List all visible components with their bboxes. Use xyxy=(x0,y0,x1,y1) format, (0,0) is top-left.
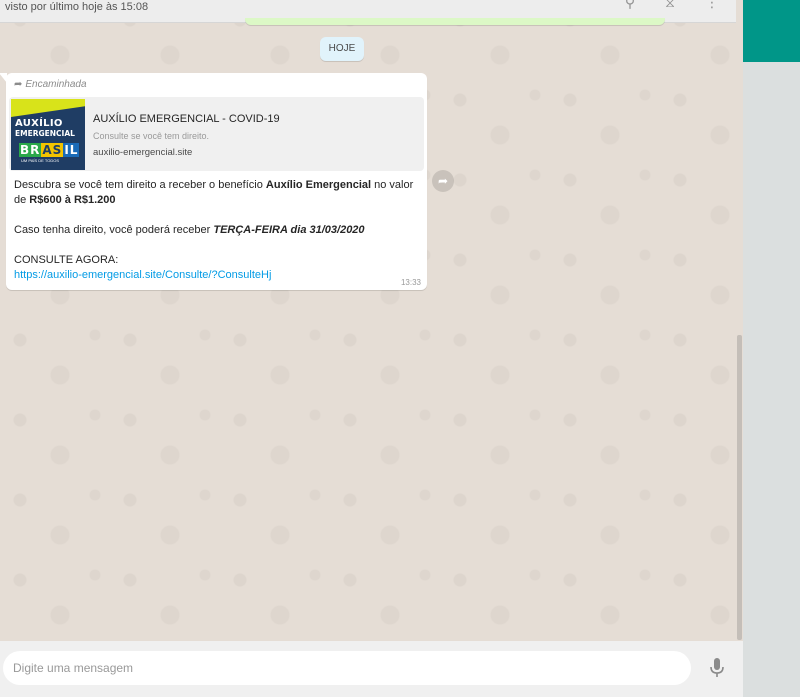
link-preview-domain: auxilio-emergencial.site xyxy=(93,147,193,158)
brand-part-2: AS xyxy=(41,143,64,157)
bold-segment: R$600 à R$1.200 xyxy=(29,194,116,206)
previous-message-bubble[interactable] xyxy=(245,18,665,25)
forwarded-label: ➦ Encaminhada xyxy=(14,79,87,90)
message-link[interactable]: https://auxilio-emergencial.site/Consult… xyxy=(14,269,271,281)
thumbnail-title-line1: AUXÍLIO xyxy=(15,118,63,129)
thumbnail-title-line2: EMERGENCIAL xyxy=(15,129,75,138)
microphone-icon[interactable] xyxy=(708,657,726,679)
bubble-tail xyxy=(0,73,7,83)
menu-icon[interactable]: ⋮ xyxy=(704,0,720,10)
message-input[interactable] xyxy=(3,651,691,685)
thumbnail-title: AUXÍLIO EMERGENCIAL xyxy=(15,119,85,139)
message-line-1: Descubra se você tem direito a receber o… xyxy=(14,178,419,208)
app-header-bar xyxy=(743,0,800,62)
forward-message-button[interactable]: ➦ xyxy=(432,170,454,192)
date-badge: HOJE xyxy=(320,37,364,61)
message-timestamp: 13:33 xyxy=(400,278,421,287)
thumbnail-yellow-band xyxy=(11,99,85,117)
compose-bar xyxy=(0,641,743,697)
search-icon[interactable]: ⚲ xyxy=(622,0,638,10)
brand-part-3: IL xyxy=(63,143,80,157)
message-line-3: CONSULTE AGORA: xyxy=(14,254,119,266)
thumbnail-brand: BR AS IL xyxy=(19,143,80,157)
text-segment: Caso tenha direito, você poderá receber xyxy=(14,224,214,236)
link-preview-thumbnail: AUXÍLIO EMERGENCIAL BR AS IL UM PAÍS DE TO… xyxy=(11,99,85,170)
message-bubble[interactable]: ➦ Encaminhada AUXÍLIO EMERGENCIAL BR AS IL … xyxy=(0,73,427,290)
text-segment: Descubra se você tem direito a receber o… xyxy=(14,179,266,191)
link-preview[interactable]: AUXÍLIO EMERGENCIAL BR AS IL UM PAÍS DE TO… xyxy=(9,97,424,171)
link-preview-title[interactable]: AUXÍLIO EMERGENCIAL - COVID-19 xyxy=(93,113,280,125)
link-preview-description: Consulte se você tem direito. xyxy=(93,131,210,141)
right-side-panel xyxy=(743,62,800,697)
chat-panel: visto por último hoje às 15:08 ⚲ ⧖ ⋮ HOJ… xyxy=(0,0,743,697)
brand-part-1: BR xyxy=(19,143,42,157)
forward-arrow-icon: ➦ xyxy=(14,79,23,90)
message-line-4: https://auxilio-emergencial.site/Consult… xyxy=(14,268,419,283)
thumbnail-subtitle: UM PAÍS DE TODOS xyxy=(21,158,60,163)
message-line-2: Caso tenha direito, você poderá receber … xyxy=(14,223,419,238)
bold-segment: Auxílio Emergencial xyxy=(265,179,372,191)
attach-icon[interactable]: ⧖ xyxy=(662,0,678,10)
message-text: Descubra se você tem direito a receber o… xyxy=(14,178,419,283)
forwarded-text: Encaminhada xyxy=(25,79,87,90)
last-seen-status: visto por último hoje às 15:08 xyxy=(5,1,149,13)
scrollbar-thumb[interactable] xyxy=(737,335,742,640)
bold-italic-segment: TERÇA-FEIRA dia 31/03/2020 xyxy=(213,224,365,236)
